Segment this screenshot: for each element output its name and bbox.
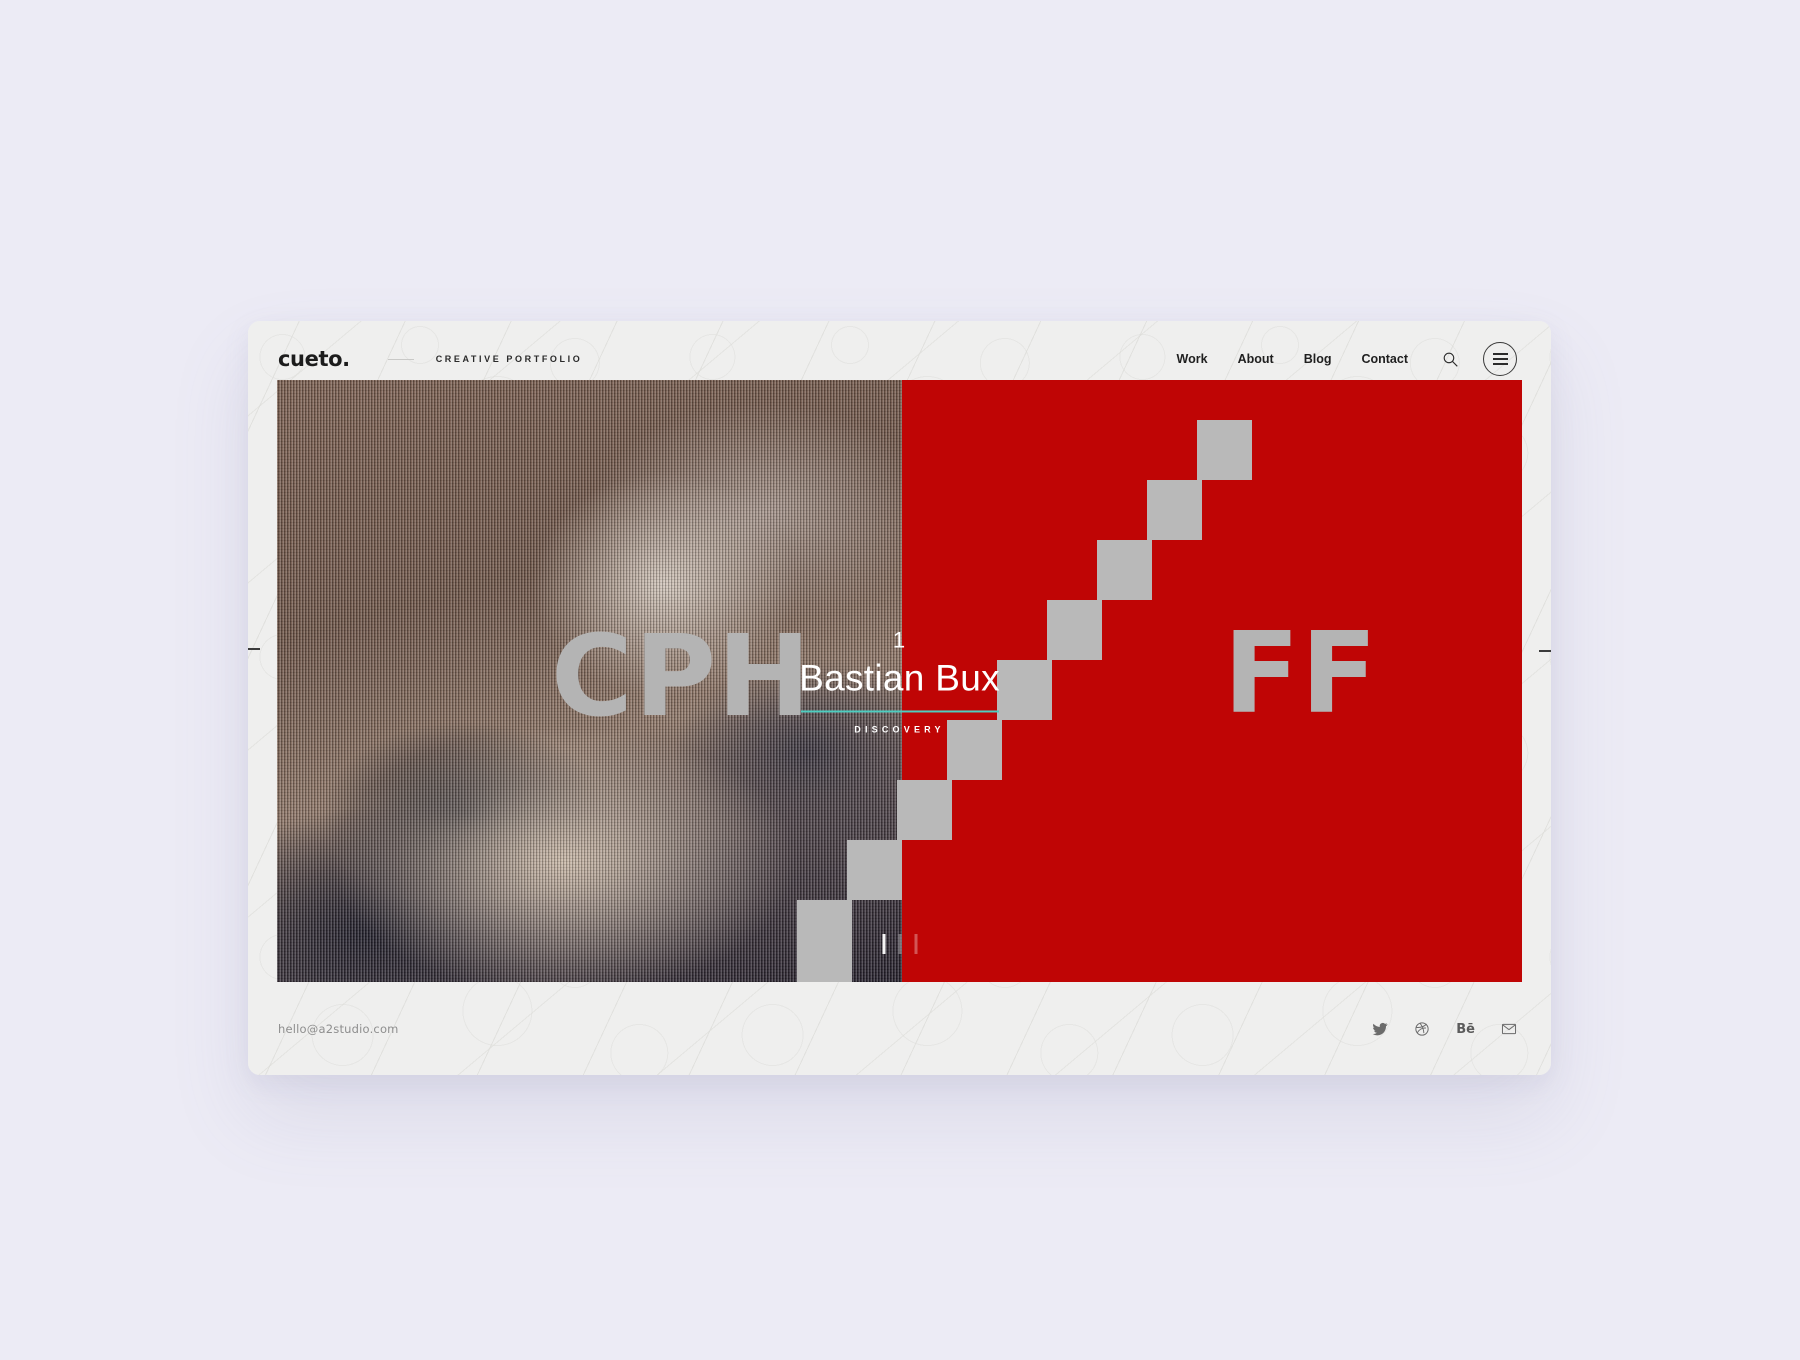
brand-divider bbox=[387, 358, 414, 360]
slide-number: 1 bbox=[892, 627, 907, 653]
next-key-label: N bbox=[1527, 633, 1551, 644]
prev-rule bbox=[248, 648, 260, 650]
nav-item-about[interactable]: About bbox=[1238, 352, 1274, 366]
prev-slide-control[interactable]: P bbox=[248, 648, 272, 667]
twitter-icon[interactable] bbox=[1372, 1021, 1388, 1037]
search-icon[interactable] bbox=[1442, 351, 1459, 368]
next-rule bbox=[1539, 650, 1551, 652]
slide-indicator-1[interactable] bbox=[882, 934, 885, 954]
site-card: cueto. CREATIVE PORTFOLIO Work About Blo… bbox=[248, 321, 1551, 1075]
hamburger-menu-icon[interactable] bbox=[1483, 342, 1517, 376]
email-icon[interactable] bbox=[1501, 1021, 1517, 1037]
footer-email-link[interactable]: hello@a2studio.com bbox=[278, 1022, 399, 1036]
site-footer: hello@a2studio.com Bē bbox=[248, 983, 1551, 1075]
burger-line bbox=[1492, 353, 1508, 355]
hero-caption: 1 Bastian Bux DISCOVERY bbox=[690, 627, 1110, 734]
nav-item-work[interactable]: Work bbox=[1177, 352, 1208, 366]
hero-word-right: FF bbox=[1223, 608, 1379, 739]
hero-subtitle: DISCOVERY bbox=[854, 724, 945, 735]
dribbble-icon[interactable] bbox=[1414, 1021, 1430, 1037]
site-header: cueto. CREATIVE PORTFOLIO Work About Blo… bbox=[248, 321, 1551, 397]
hero-title: Bastian Bux bbox=[799, 657, 1000, 699]
nav-item-contact[interactable]: Contact bbox=[1361, 352, 1408, 366]
hero-accent-rule bbox=[800, 710, 999, 713]
hero-slider[interactable]: CPH FF 1 Bastian Bux DISCOVERY bbox=[277, 380, 1522, 982]
slide-indicator-3[interactable] bbox=[914, 934, 917, 954]
brand-tagline: CREATIVE PORTFOLIO bbox=[435, 354, 583, 364]
next-slide-control[interactable]: N bbox=[1527, 633, 1551, 652]
brand[interactable]: cueto. CREATIVE PORTFOLIO bbox=[278, 347, 582, 371]
burger-line bbox=[1492, 358, 1508, 360]
footer-social-links: Bē bbox=[1372, 1021, 1517, 1037]
prev-key-label: P bbox=[248, 656, 272, 667]
burger-line bbox=[1492, 363, 1508, 365]
slide-indicators bbox=[882, 934, 917, 954]
logo-text: cueto. bbox=[278, 347, 350, 371]
main-navigation: Work About Blog Contact bbox=[1147, 342, 1517, 376]
nav-item-blog[interactable]: Blog bbox=[1304, 352, 1332, 366]
behance-icon[interactable]: Bē bbox=[1456, 1023, 1475, 1036]
slide-indicator-2[interactable] bbox=[898, 934, 901, 954]
